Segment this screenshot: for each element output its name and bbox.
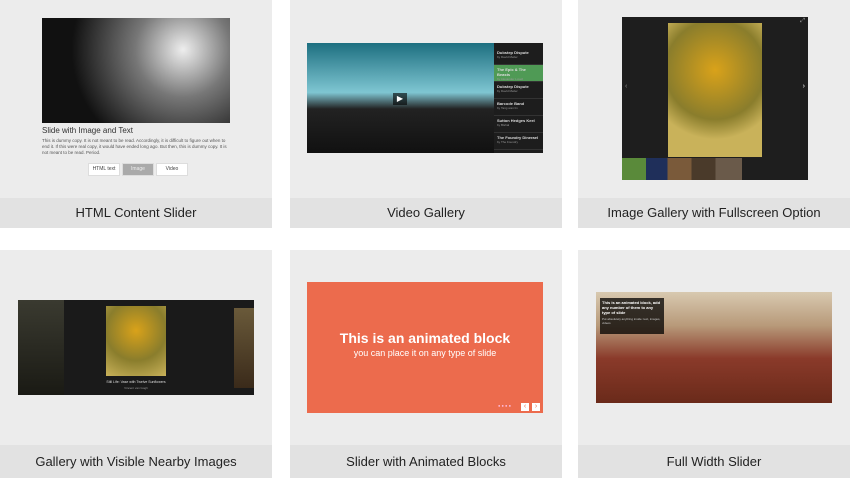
bullets[interactable]: ● ● ● ●	[498, 403, 511, 408]
prev-arrow-icon[interactable]: ‹	[625, 83, 627, 90]
overlay-subtitle: Put absolutely anything inside: text, im…	[602, 317, 661, 325]
card-caption: Video Gallery	[290, 198, 562, 228]
image-subcaption: Vincent van Gogh	[124, 386, 148, 390]
thumbnail-strip[interactable]	[622, 158, 742, 180]
next-arrow-icon[interactable]: ›	[532, 403, 540, 411]
slide-image	[42, 18, 230, 123]
tab-html-text[interactable]: HTML text	[88, 163, 120, 176]
next-arrow-icon[interactable]: ›	[803, 83, 805, 90]
animated-slide: This is an animated block you can place …	[307, 282, 543, 413]
card-full-width-slider[interactable]: This is an animated block, add any numbe…	[578, 250, 850, 478]
card-caption: HTML Content Slider	[0, 198, 272, 228]
card-animated-blocks[interactable]: This is an animated block you can place …	[290, 250, 562, 478]
card-video-gallery[interactable]: ▶ Dubstep Dispute by David Meiler The Epi…	[290, 0, 562, 228]
card-caption: Full Width Slider	[578, 445, 850, 478]
slide-tabs: HTML text Image Video	[88, 163, 188, 176]
prev-image[interactable]	[18, 300, 64, 395]
playlist-item[interactable]: Dubstep Dispute by David Meiler	[494, 82, 543, 99]
playlist-item-active[interactable]: The Epic & The Beasts by Alexander Lovell	[494, 65, 543, 82]
next-image[interactable]	[234, 308, 254, 388]
sunflowers-image	[106, 306, 166, 376]
playlist-item[interactable]: Barcode Band by Tang wan lin	[494, 99, 543, 116]
slide-body: This is dummy copy. It is not meant to b…	[42, 138, 227, 155]
card-image-gallery-fullscreen[interactable]: ⤢ ‹ › Image Gallery with Fullscreen Opti…	[578, 0, 850, 228]
slide-title: Slide with Image and Text	[42, 126, 134, 135]
prev-arrow-icon[interactable]: ‹	[521, 403, 529, 411]
card-gallery-nearby-images[interactable]: Still Life: Vase with Twelve Sunflowers …	[0, 250, 272, 478]
gallery-frame: ⤢ ‹ ›	[622, 17, 808, 180]
playlist-item[interactable]: The Foundry Dinerael by The Foundry	[494, 133, 543, 150]
gallery-strip: Still Life: Vase with Twelve Sunflowers …	[18, 300, 254, 395]
tab-video[interactable]: Video	[156, 163, 188, 176]
playlist-item[interactable]: Dubstep Dispute by David Meiler	[494, 48, 543, 65]
fullscreen-icon[interactable]: ⤢	[800, 18, 805, 25]
playlist: Dubstep Dispute by David Meiler The Epic …	[494, 43, 543, 153]
card-caption: Slider with Animated Blocks	[290, 445, 562, 478]
playlist-item[interactable]: Sutton Hedges Keel by Bishal	[494, 116, 543, 133]
block-subtitle: you can place it on any type of slide	[353, 348, 497, 358]
text-overlay: This is an animated block, add any numbe…	[600, 298, 664, 334]
overlay-title: This is an animated block, add any numbe…	[602, 300, 661, 315]
sunflowers-image	[668, 23, 762, 157]
block-title: This is an animated block	[339, 330, 511, 346]
tab-image[interactable]: Image	[122, 163, 154, 176]
video-frame[interactable]: ▶	[307, 43, 494, 153]
card-html-content-slider[interactable]: Slide with Image and Text This is dummy …	[0, 0, 272, 228]
card-caption: Image Gallery with Fullscreen Option	[578, 198, 850, 228]
image-caption: Still Life: Vase with Twelve Sunflowers	[106, 380, 166, 384]
play-icon[interactable]: ▶	[393, 93, 407, 105]
city-image: This is an animated block, add any numbe…	[596, 292, 832, 403]
card-caption: Gallery with Visible Nearby Images	[0, 445, 272, 478]
